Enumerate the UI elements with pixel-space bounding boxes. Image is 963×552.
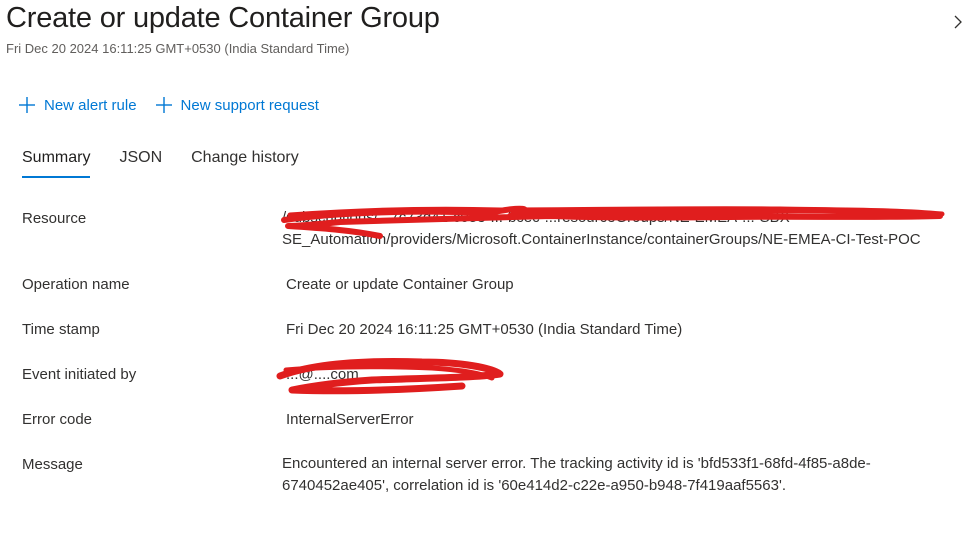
- tab-change-history[interactable]: Change history: [191, 148, 299, 178]
- resource-value: /subscriptions/...7c73d41-c053-...-bcec-…: [282, 207, 952, 251]
- error-code-label: Error code: [22, 411, 93, 428]
- new-support-request-label: New support request: [180, 96, 319, 114]
- resource-value-line-2: SE_Automation/providers/Microsoft.Contai…: [282, 231, 921, 248]
- resource-value-line-1: /subscriptions/...7c73d41-c053-...-bcec-…: [282, 209, 795, 226]
- new-alert-rule-button[interactable]: New alert rule: [18, 96, 137, 114]
- event-initiated-by-label: Event initiated by: [22, 366, 137, 383]
- add-icon: [18, 96, 36, 114]
- page-subtitle-timestamp: Fri Dec 20 2024 16:11:25 GMT+0530 (India…: [6, 41, 350, 56]
- operation-name-value: Create or update Container Group: [286, 276, 514, 293]
- message-label: Message: [22, 456, 83, 473]
- time-stamp-value: Fri Dec 20 2024 16:11:25 GMT+0530 (India…: [286, 321, 683, 338]
- command-bar: New alert rule New support request: [18, 93, 337, 117]
- message-value: Encountered an internal server error. Th…: [282, 455, 871, 494]
- error-code-value: InternalServerError: [286, 411, 414, 428]
- time-stamp-label: Time stamp: [22, 321, 100, 338]
- new-support-request-button[interactable]: New support request: [155, 96, 319, 114]
- tab-json[interactable]: JSON: [119, 148, 162, 178]
- detail-tabs: Summary JSON Change history: [22, 148, 328, 180]
- tab-summary[interactable]: Summary: [22, 148, 91, 178]
- operation-name-label: Operation name: [22, 276, 130, 293]
- resource-label: Resource: [22, 210, 87, 227]
- event-initiated-by-value: ...@....com: [286, 366, 359, 383]
- add-icon: [155, 96, 173, 114]
- chevron-right-icon[interactable]: [954, 14, 963, 30]
- new-alert-rule-label: New alert rule: [44, 96, 137, 114]
- page-title: Create or update Container Group: [6, 2, 440, 34]
